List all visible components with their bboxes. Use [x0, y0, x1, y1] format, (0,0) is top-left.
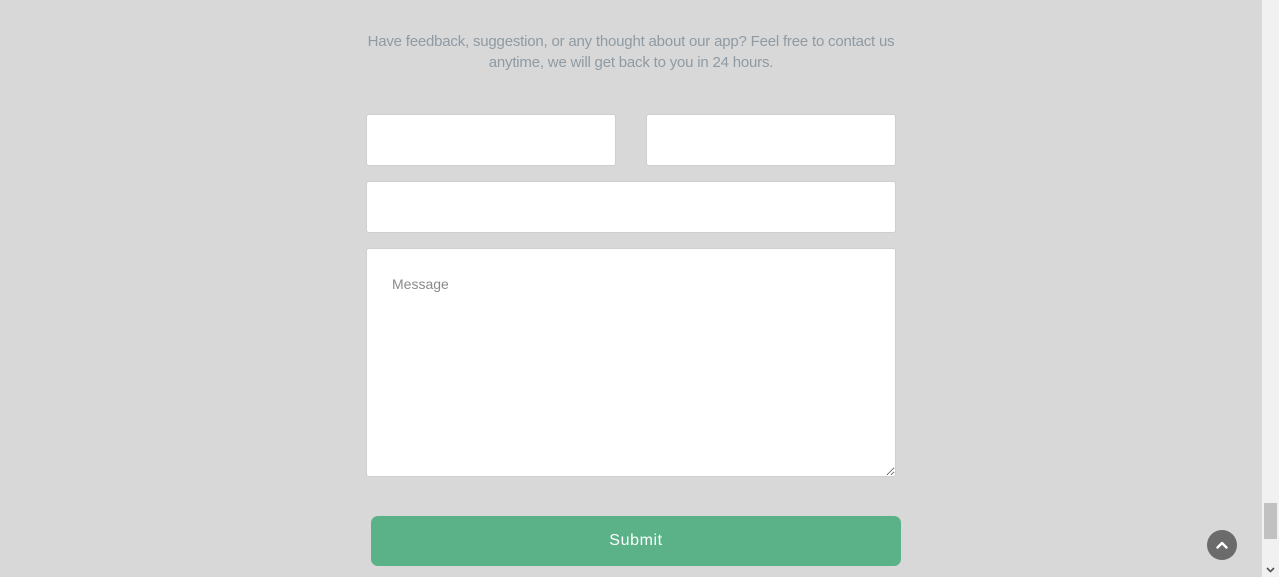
last-name-input[interactable]	[646, 114, 896, 166]
contact-page: Have feedback, suggestion, or any though…	[0, 0, 1279, 577]
scroll-down-button[interactable]	[1262, 562, 1279, 577]
chevron-up-icon	[1216, 541, 1228, 549]
intro-line-2: anytime, we will get back to you in 24 h…	[488, 54, 774, 71]
contact-intro-text: Have feedback, suggestion, or any though…	[356, 31, 906, 73]
email-input[interactable]	[366, 181, 896, 233]
intro-line-1: Have feedback, suggestion, or any though…	[367, 33, 895, 50]
message-textarea[interactable]	[366, 248, 896, 477]
vertical-scrollbar[interactable]	[1262, 0, 1279, 577]
first-name-input[interactable]	[366, 114, 616, 166]
submit-button[interactable]: Submit	[371, 516, 901, 566]
scrollbar-thumb[interactable]	[1264, 503, 1277, 539]
back-to-top-button[interactable]	[1207, 530, 1237, 560]
chevron-down-icon	[1266, 566, 1275, 573]
